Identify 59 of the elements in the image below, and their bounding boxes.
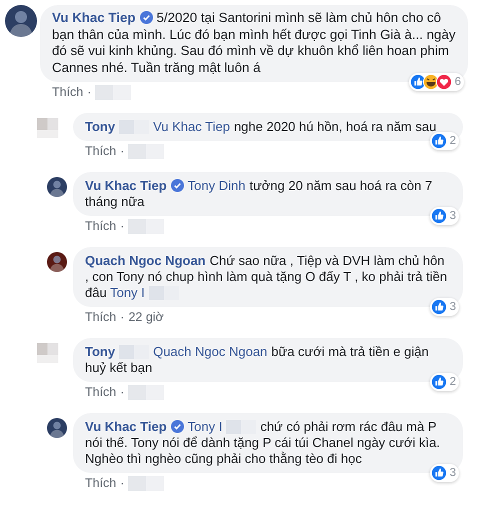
- reaction-count: 2: [450, 135, 456, 147]
- author-name[interactable]: Vu Khac Tiep: [85, 419, 167, 434]
- reaction-count: 6: [454, 76, 461, 88]
- reaction-count: 2: [450, 376, 456, 388]
- verified-icon: [170, 179, 184, 192]
- redaction-block: [95, 85, 132, 100]
- mention-link[interactable]: Tony I: [188, 419, 222, 434]
- verified-icon: [170, 420, 184, 433]
- mention-link[interactable]: Tony Dinh: [188, 178, 246, 193]
- comment-text: Vu Khac Tiep 5/2020 tại Santorini mình sẽ làm chủ hôn cho cô bạn thân của mình. Lúc đó bạn mình hết được gọi Tinh Già à... ngày đó sẽ vui kinh khủng. Sau đó mình về dự khuôn khổ liên hoan phim Cannes nhé. Tuần trăng mật luôn á: [52, 10, 456, 76]
- comment-time[interactable]: 22 giờ: [128, 310, 164, 325]
- reaction-counter[interactable]: 2: [430, 132, 459, 150]
- author-name[interactable]: Vu Khac Tiep: [52, 10, 136, 25]
- author-name[interactable]: Tony: [85, 119, 116, 134]
- redaction-block: [128, 476, 164, 491]
- author-name[interactable]: Tony: [85, 344, 116, 359]
- comment-text: Quach Ngoc Ngoan Chứ sao nữa , Tiệp và DVH làm chủ hôn , con Tony nó chup hình làm quà tặng O đấy T , ko phải trả tiền đâu Tony I: [85, 253, 448, 301]
- separator: ·: [120, 476, 124, 491]
- mention-link[interactable]: Tony I: [110, 285, 145, 300]
- verified-icon: [140, 11, 152, 24]
- avatar[interactable]: [5, 5, 37, 37]
- like-link[interactable]: Thích: [85, 219, 116, 234]
- comment-text: Vu Khac Tiep Tony Dinh tưởng 20 năm sau hoá ra còn 7 tháng nữa: [85, 178, 434, 210]
- comment-text: Tony Vu Khac Tiep nghe 2020 hú hồn, hoá ra năm sau: [85, 119, 438, 135]
- redaction-block: [128, 144, 164, 159]
- separator: ·: [120, 310, 124, 325]
- avatar[interactable]: [47, 418, 67, 438]
- reaction-counter[interactable]: 3: [430, 207, 459, 225]
- separator: ·: [120, 144, 124, 159]
- reaction-counter[interactable]: 2: [430, 373, 459, 391]
- mention-link[interactable]: Quach Ngoc Ngoan: [153, 344, 268, 359]
- like-link[interactable]: Thích: [85, 144, 116, 159]
- like-link[interactable]: Thích: [85, 476, 116, 491]
- reaction-counter[interactable]: 3: [430, 298, 459, 316]
- reaction-counter[interactable]: 3: [430, 464, 459, 482]
- author-name[interactable]: Vu Khac Tiep: [85, 178, 167, 193]
- reaction-counter[interactable]: 6: [408, 73, 464, 91]
- comment-text: Vu Khac Tiep Tony I chứ có phải rơm rác đâu mà P nói thế. Tony nói để dành tặng P cái túi Chanel ngày cưới kìa. Nghèo thì nghèo cũng phải cho thằng tèo đi học: [85, 419, 441, 467]
- avatar[interactable]: [47, 177, 67, 197]
- separator: ·: [120, 219, 124, 234]
- like-link[interactable]: Thích: [85, 310, 116, 325]
- separator: ·: [87, 85, 92, 100]
- thumbs-up-icon: [430, 133, 447, 149]
- reaction-count: 3: [450, 210, 456, 222]
- author-name[interactable]: Quach Ngoc Ngoan: [85, 253, 206, 268]
- thumbs-up-icon: [430, 208, 447, 224]
- thumbs-up-icon: [430, 374, 447, 390]
- redaction-block: [128, 219, 164, 234]
- comment-text: Tony Quach Ngoc Ngoan bữa cưới mà trả tiền e giận huỷ kết bạn: [85, 344, 430, 376]
- separator: ·: [120, 385, 124, 400]
- like-link[interactable]: Thích: [52, 85, 84, 100]
- like-link[interactable]: Thích: [85, 385, 116, 400]
- reaction-count: 3: [450, 301, 456, 313]
- reaction-count: 3: [450, 467, 456, 479]
- avatar[interactable]: [47, 252, 67, 272]
- redaction-block: [128, 385, 164, 400]
- mention-link[interactable]: Vu Khac Tiep: [153, 119, 230, 134]
- thumbs-up-icon: [430, 299, 447, 315]
- thumbs-up-icon: [430, 465, 447, 481]
